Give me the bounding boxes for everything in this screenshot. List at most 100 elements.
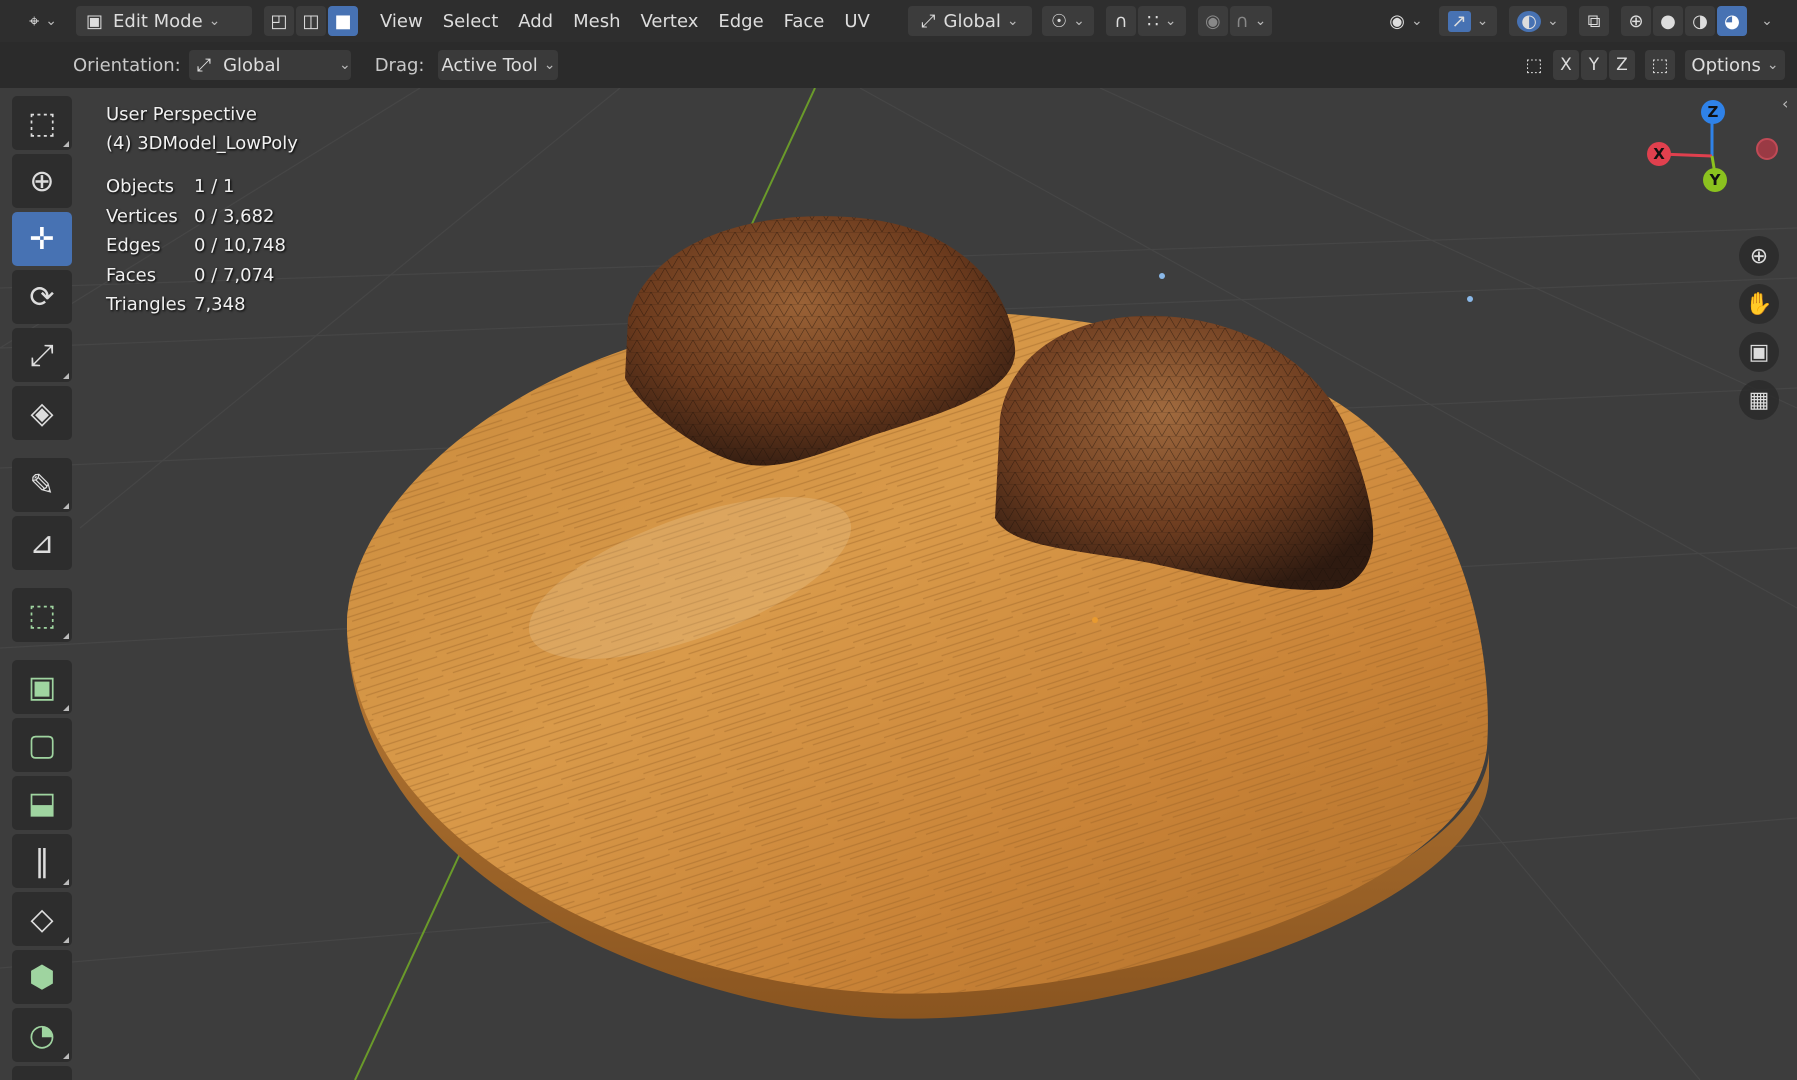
orientation-icon: ⤢ bbox=[921, 10, 936, 32]
add-cube-tool[interactable]: ⬚ bbox=[12, 588, 72, 642]
mirror-icon: ⬚ bbox=[1525, 54, 1543, 76]
mesh-statistics: Objects 1 / 1 Vertices 0 / 3,682 Edges 0 / … bbox=[106, 172, 286, 320]
proportional-edit-toggle[interactable]: ◉ bbox=[1197, 6, 1228, 36]
stat-value: 7,348 bbox=[194, 294, 246, 316]
menu-edge[interactable]: Edge bbox=[708, 6, 773, 36]
overlays-dropdown[interactable]: ◐ bbox=[1509, 6, 1567, 36]
mirror-toggle[interactable]: ⬚ bbox=[1519, 50, 1549, 80]
spin-tool[interactable]: ◔ bbox=[12, 1008, 72, 1062]
smooth-tool[interactable]: ◒ bbox=[12, 1066, 72, 1080]
options-dropdown[interactable]: Options bbox=[1685, 50, 1785, 80]
menu-view[interactable]: View bbox=[370, 6, 433, 36]
menu-mesh[interactable]: Mesh bbox=[563, 6, 630, 36]
move-tool[interactable]: ✛ bbox=[12, 212, 72, 266]
stat-value: 0 / 7,074 bbox=[194, 264, 275, 286]
wireframe-sphere-icon: ⊕ bbox=[1628, 10, 1644, 32]
measure-tool[interactable]: ⊿ bbox=[12, 516, 72, 570]
menu-vertex[interactable]: Vertex bbox=[631, 6, 709, 36]
scale-tool[interactable]: ⤢ bbox=[12, 328, 72, 382]
menu-uv[interactable]: UV bbox=[834, 6, 880, 36]
smooth-icon: ◒ bbox=[29, 1076, 55, 1080]
select-box-icon: ⬚ bbox=[27, 105, 57, 141]
pencil-icon: ✎ bbox=[29, 467, 55, 503]
face-select-icon: ■ bbox=[334, 10, 352, 32]
sidebar-toggle[interactable]: ‹ bbox=[1782, 94, 1788, 113]
mode-label: Edit Mode bbox=[113, 10, 203, 32]
perspective-toggle-button[interactable]: ▦ bbox=[1739, 380, 1779, 420]
inset-tool[interactable]: ▢ bbox=[12, 718, 72, 772]
shading-options-dropdown[interactable] bbox=[1749, 6, 1779, 36]
stat-key: Faces bbox=[106, 264, 157, 286]
menu-select[interactable]: Select bbox=[433, 6, 509, 36]
zoom-button[interactable]: ⊕ bbox=[1739, 236, 1779, 276]
axis-y-toggle[interactable]: Y bbox=[1581, 50, 1607, 80]
gizmo-x-axis[interactable]: X bbox=[1647, 142, 1671, 166]
drag-dropdown[interactable]: Active Tool bbox=[438, 50, 559, 80]
solid-shading-button[interactable]: ● bbox=[1653, 6, 1683, 36]
gizmo-y-axis[interactable]: Y bbox=[1703, 168, 1727, 192]
camera-view-button[interactable]: ▣ bbox=[1739, 332, 1779, 372]
stat-row: Triangles 7,348 bbox=[106, 290, 286, 320]
inset-icon: ▢ bbox=[27, 727, 57, 763]
transform-orientation-dropdown[interactable]: ⤢ Global bbox=[907, 6, 1032, 36]
extrude-icon: ▣ bbox=[27, 669, 57, 705]
transform-tool[interactable]: ◈ bbox=[12, 386, 72, 440]
poly-build-icon: ⬢ bbox=[28, 959, 56, 995]
pan-button[interactable]: ✋ bbox=[1739, 284, 1779, 324]
material-preview-button[interactable]: ◑ bbox=[1685, 6, 1715, 36]
object-name: (4) 3DModel_LowPoly bbox=[106, 133, 298, 154]
rendered-shading-button[interactable]: ◕ bbox=[1717, 6, 1747, 36]
extrude-tool[interactable]: ▣ bbox=[12, 660, 72, 714]
light-point-1 bbox=[1159, 273, 1165, 279]
axis-x-toggle[interactable]: X bbox=[1553, 50, 1579, 80]
pivot-point-dropdown[interactable]: ☉ bbox=[1041, 6, 1094, 36]
vertex-select-icon: ◰ bbox=[270, 10, 288, 32]
falloff-curve-icon: ∩ bbox=[1235, 10, 1249, 32]
drag-value: Active Tool bbox=[441, 54, 538, 76]
gizmo-dropdown[interactable]: ↗ bbox=[1439, 6, 1497, 36]
scale-icon: ⤢ bbox=[30, 337, 54, 373]
3d-viewport[interactable]: User Perspective (4) 3DModel_LowPoly Obj… bbox=[0, 88, 1797, 1080]
wireframe-shading-button[interactable]: ⊕ bbox=[1621, 6, 1651, 36]
rotate-tool[interactable]: ⟳ bbox=[12, 270, 72, 324]
axis-z-toggle[interactable]: Z bbox=[1609, 50, 1635, 80]
menu-add[interactable]: Add bbox=[508, 6, 563, 36]
bevel-tool[interactable]: ⬓ bbox=[12, 776, 72, 830]
move-icon: ✛ bbox=[29, 221, 55, 257]
ruler-icon: ⊿ bbox=[29, 525, 55, 561]
orientation-dropdown[interactable]: ⤢ Global bbox=[188, 50, 351, 80]
editor-type-button[interactable]: ⌖ bbox=[20, 6, 66, 36]
stat-row: Objects 1 / 1 bbox=[106, 172, 286, 202]
magnet-icon: ∩ bbox=[1114, 10, 1128, 32]
edge-select-button[interactable]: ◫ bbox=[296, 6, 326, 36]
cursor-tool[interactable]: ⊕ bbox=[12, 154, 72, 208]
object-origin bbox=[1092, 617, 1098, 623]
xray-toggle[interactable]: ⧉ bbox=[1579, 6, 1609, 36]
mode-dropdown[interactable]: ▣ Edit Mode bbox=[76, 6, 252, 36]
snap-toggle[interactable]: ∩ bbox=[1105, 6, 1136, 36]
auto-merge-toggle[interactable]: ⬚ bbox=[1645, 50, 1675, 80]
options-label: Options bbox=[1691, 54, 1761, 76]
face-select-button[interactable]: ■ bbox=[328, 6, 358, 36]
loop-cut-icon: ‖ bbox=[34, 843, 50, 879]
snap-target-dropdown[interactable]: ∷ bbox=[1137, 6, 1186, 36]
tool-shelf: ⬚ ⊕ ✛ ⟳ ⤢ ◈ ✎ ⊿ ⬚ ▣ ▢ ⬓ ‖ ◇ ⬢ ◔ ◒ bbox=[12, 96, 78, 1080]
gizmo-z-axis[interactable]: Z bbox=[1701, 100, 1725, 124]
menu-face[interactable]: Face bbox=[774, 6, 835, 36]
stat-value: 0 / 10,748 bbox=[194, 235, 286, 257]
navigation-gizmo[interactable]: Z X Y bbox=[1640, 96, 1780, 206]
poly-build-tool[interactable]: ⬢ bbox=[12, 950, 72, 1004]
proportional-falloff-dropdown[interactable]: ∩ bbox=[1229, 6, 1272, 36]
stat-key: Vertices bbox=[106, 205, 178, 227]
vertex-select-button[interactable]: ◰ bbox=[264, 6, 294, 36]
gizmo-negative-x-axis[interactable] bbox=[1756, 138, 1778, 160]
knife-tool[interactable]: ◇ bbox=[12, 892, 72, 946]
solid-sphere-icon: ● bbox=[1660, 10, 1676, 32]
loop-cut-tool[interactable]: ‖ bbox=[12, 834, 72, 888]
visibility-dropdown[interactable]: ◉ bbox=[1383, 6, 1429, 36]
annotate-tool[interactable]: ✎ bbox=[12, 458, 72, 512]
header-menu: View Select Add Mesh Vertex Edge Face UV bbox=[370, 6, 880, 36]
stat-row: Vertices 0 / 3,682 bbox=[106, 202, 286, 232]
select-box-tool[interactable]: ⬚ bbox=[12, 96, 72, 150]
stat-value: 0 / 3,682 bbox=[194, 205, 275, 227]
